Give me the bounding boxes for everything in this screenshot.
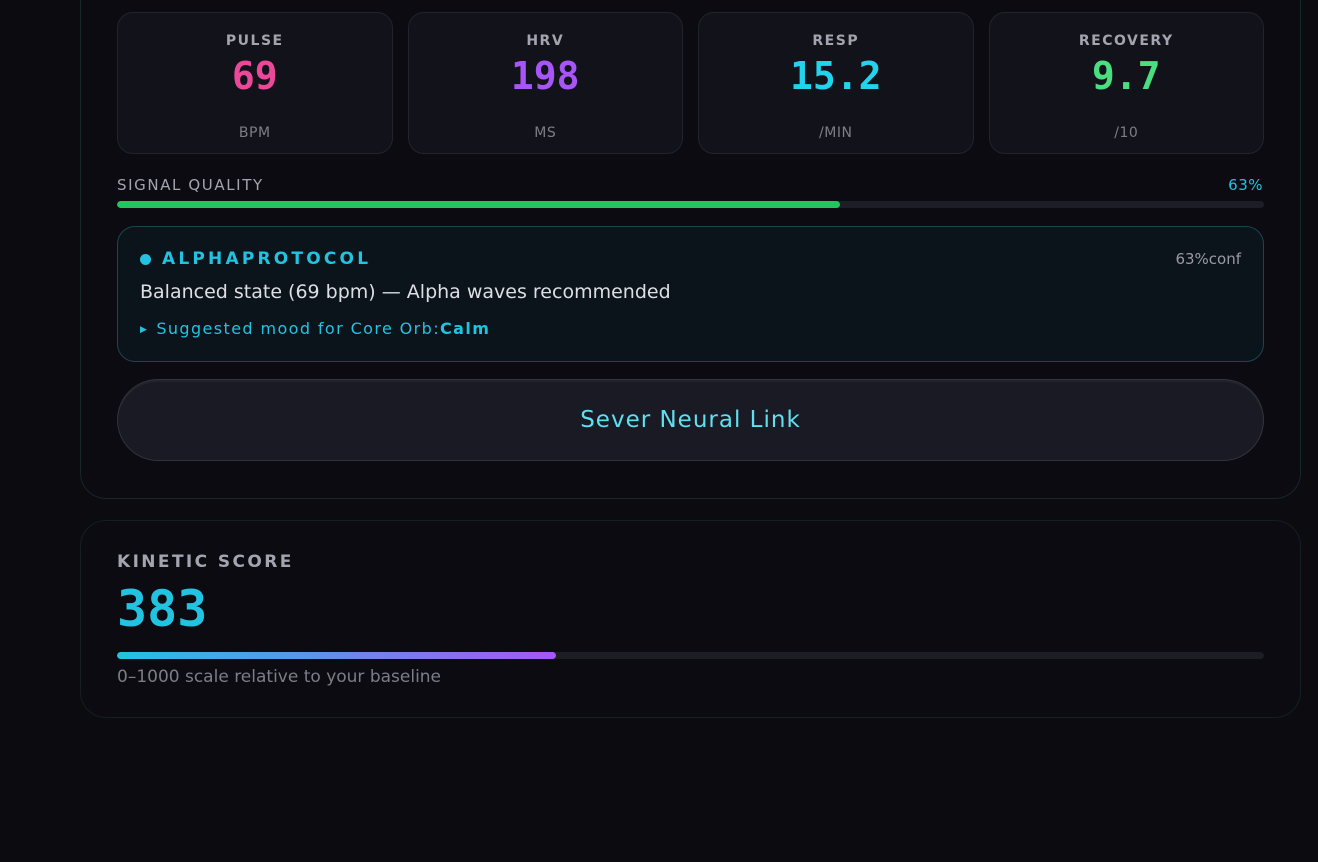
kinetic-score-bar bbox=[117, 652, 1264, 659]
metric-value: 69 bbox=[231, 54, 278, 98]
protocol-suggestion: ▶ Suggested mood for Core Orb:Calm bbox=[140, 319, 490, 338]
metric-card-recovery: RECOVERY 9.7 /10 bbox=[988, 12, 1264, 154]
protocol-confidence: 63%conf bbox=[1175, 250, 1241, 268]
sever-neural-link-button[interactable]: Sever Neural Link bbox=[117, 379, 1264, 461]
suggestion-mood: Calm bbox=[440, 319, 491, 338]
metric-value: 9.7 bbox=[1091, 54, 1161, 98]
metric-card-hrv: HRV 198 MS bbox=[407, 12, 683, 154]
signal-quality-value: 63% bbox=[1228, 176, 1263, 194]
metric-label: HRV bbox=[526, 33, 565, 49]
metric-label: PULSE bbox=[225, 33, 284, 49]
kinetic-score-value: 383 bbox=[117, 580, 208, 638]
status-dot-icon bbox=[140, 254, 151, 265]
triangle-right-icon: ▶ bbox=[140, 325, 149, 335]
metric-unit: MS bbox=[534, 125, 557, 141]
metric-label: RECOVERY bbox=[1078, 33, 1174, 49]
kinetic-panel bbox=[80, 520, 1301, 718]
signal-quality-bar bbox=[117, 201, 1264, 208]
metrics-row: PULSE 69 BPM HRV 198 MS RESP 15.2 /MIN R… bbox=[117, 12, 1264, 154]
metric-value: 198 bbox=[510, 54, 580, 98]
metric-card-resp: RESP 15.2 /MIN bbox=[698, 12, 974, 154]
suggestion-prefix: Suggested mood for Core Orb: bbox=[156, 319, 441, 338]
kinetic-score-caption: 0–1000 scale relative to your baseline bbox=[117, 667, 442, 687]
signal-quality-label: SIGNAL QUALITY bbox=[117, 176, 264, 194]
protocol-description: Balanced state (69 bpm) — Alpha waves re… bbox=[140, 281, 671, 303]
metric-unit: /MIN bbox=[819, 125, 853, 141]
metric-unit: /10 bbox=[1114, 125, 1139, 141]
protocol-card: ALPHAPROTOCOL 63%conf Balanced state (69… bbox=[117, 226, 1264, 362]
signal-quality-fill bbox=[117, 201, 840, 208]
metric-unit: BPM bbox=[238, 125, 271, 141]
protocol-name: ALPHAPROTOCOL bbox=[162, 249, 372, 269]
metric-value: 15.2 bbox=[789, 54, 882, 98]
kinetic-score-label: KINETIC SCORE bbox=[117, 552, 294, 572]
kinetic-score-fill bbox=[117, 652, 557, 659]
metric-card-pulse: PULSE 69 BPM bbox=[117, 12, 393, 154]
metric-label: RESP bbox=[812, 33, 860, 49]
